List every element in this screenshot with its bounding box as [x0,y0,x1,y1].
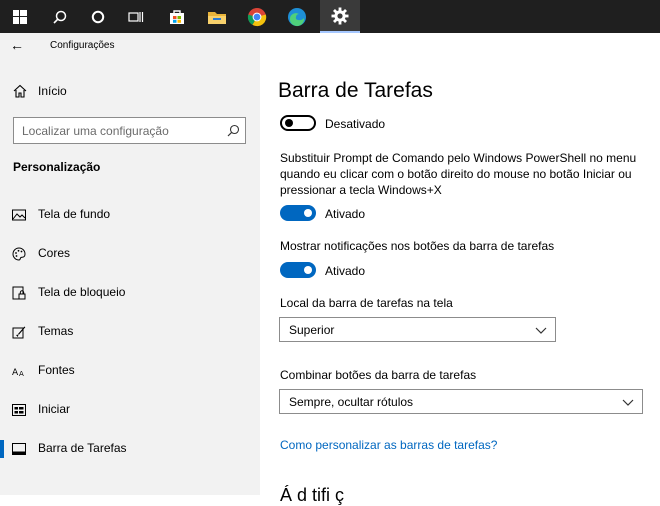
chrome-icon[interactable] [237,0,277,33]
sidebar-item-cores[interactable]: Cores [0,242,260,266]
chevron-down-icon [622,395,634,413]
sidebar-item-label: Tela de bloqueio [38,285,126,299]
sidebar: ← Configurações Início Personalização Te… [0,33,260,495]
location-label: Local da barra de tarefas na tela [280,296,453,310]
notifications-setting-description: Mostrar notificações nos botões da barra… [280,239,555,253]
settings-icon[interactable] [320,0,360,33]
taskbar [0,0,660,33]
toggle-knob [285,119,293,127]
sidebar-item-fontes[interactable]: AA Fontes [0,359,260,383]
toggle-switch-1[interactable] [280,115,316,131]
sidebar-item-label: Barra de Tarefas [38,441,127,455]
toggle-knob [304,266,312,274]
task-view-icon[interactable] [116,0,156,33]
window-header: ← Configurações [0,33,260,59]
sidebar-item-home[interactable]: Início [0,81,260,103]
back-arrow-icon[interactable]: ← [10,37,24,53]
sidebar-item-tela-de-fundo[interactable]: Tela de fundo [0,203,260,227]
svg-text:A: A [19,370,24,378]
toggle-knob [304,209,312,217]
edge-icon[interactable] [277,0,317,33]
toggle-state-label: Desativado [325,117,386,131]
powershell-setting-description: Substituir Prompt de Comando pelo Window… [280,151,637,197]
notifications-toggle[interactable] [280,262,316,278]
sidebar-item-barra-de-tarefas[interactable]: Barra de Tarefas [0,437,260,461]
palette-icon [12,247,26,261]
search-box[interactable] [13,117,246,144]
sidebar-item-iniciar[interactable]: Iniciar [0,398,260,422]
svg-text:A: A [12,368,19,378]
cortana-icon[interactable] [78,0,118,33]
sidebar-item-label: Tela de fundo [38,207,111,221]
sidebar-item-label: Temas [38,324,74,338]
taskbar-icon [12,442,26,456]
section-title: Personalização [13,160,101,174]
help-link[interactable]: Como personalizar as barras de tarefas? [280,438,497,452]
search-icon[interactable] [227,124,240,142]
brush-icon [12,325,26,339]
sidebar-item-temas[interactable]: Temas [0,320,260,344]
dropdown-value: Sempre, ocultar rótulos [289,395,414,409]
sidebar-item-label: Fontes [38,363,75,377]
search-icon[interactable] [40,0,80,33]
sidebar-item-tela-de-bloqueio[interactable]: Tela de bloqueio [0,281,260,305]
start-icon [12,403,26,417]
powershell-toggle[interactable] [280,205,316,221]
window-title: Configurações [50,40,115,51]
next-section-title: Á d tifi ç [280,485,345,505]
windows-start-icon[interactable] [0,0,40,33]
dropdown-value: Superior [289,323,335,337]
picture-icon [12,208,26,222]
font-icon: AA [12,364,26,378]
toggle-state-label: Ativado [325,207,366,221]
lock-screen-icon [12,286,26,300]
sidebar-item-label: Iniciar [38,402,71,416]
toggle-state-label: Ativado [325,264,366,278]
combine-dropdown[interactable]: Sempre, ocultar rótulos [279,389,643,414]
file-explorer-icon[interactable] [197,0,237,33]
home-icon [13,84,27,103]
main-panel: Barra de Tarefas Desativado Substituir P… [260,33,660,505]
location-dropdown[interactable]: Superior [279,317,556,342]
home-label: Início [38,84,67,98]
combine-label: Combinar botões da barra de tarefas [280,368,477,382]
search-input[interactable] [22,122,222,139]
chevron-down-icon [535,323,547,341]
page-title: Barra de Tarefas [278,79,433,102]
sidebar-item-label: Cores [38,246,71,260]
store-icon[interactable] [157,0,197,33]
